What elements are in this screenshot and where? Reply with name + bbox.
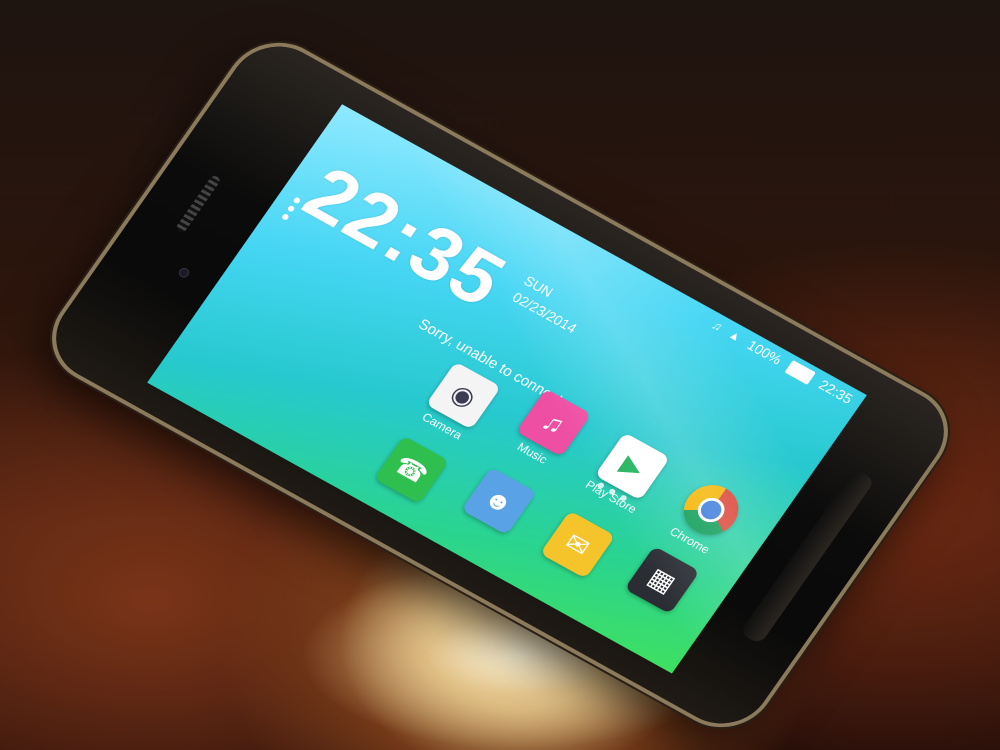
app-drawer[interactable]: ▦ [612, 540, 711, 623]
play-store-icon: ▶ [594, 432, 671, 501]
app-drawer-icon: ▦ [624, 546, 700, 615]
contacts-icon: ☻ [461, 466, 537, 536]
clock-day: SUN [520, 272, 557, 301]
app-label: Music [514, 439, 551, 467]
camera-icon: ◉ [425, 361, 502, 430]
page-dot [607, 487, 617, 496]
page-dot [596, 481, 606, 490]
app-label: Chrome [667, 524, 713, 557]
app-label: Play Store [582, 477, 640, 517]
clock-date-block: SUN 02/23/2014 [508, 271, 592, 338]
battery-icon [784, 359, 817, 385]
app-music[interactable]: ♫ Music [495, 383, 602, 478]
page-indicator [596, 481, 628, 503]
phone-icon: ☎ [373, 435, 450, 504]
battery-percent: 100% [744, 336, 785, 368]
app-camera[interactable]: ◉ Camera [405, 356, 512, 451]
app-chrome[interactable]: Chrome [653, 470, 760, 565]
clock-date: 02/23/2014 [509, 289, 580, 337]
signal-icon: ▲ [725, 327, 745, 345]
mute-icon: ♫ [709, 317, 726, 334]
music-icon: ♫ [515, 388, 592, 457]
app-label: Camera [419, 409, 465, 443]
app-phone[interactable]: ☎ [361, 430, 460, 513]
connection-notice: Sorry, unable to connect. [414, 315, 570, 411]
lockscreen-clock: 22:35 [288, 149, 523, 324]
phone-screen[interactable]: ♫ ▲ 100% 22:35 ● ● ● 22:35 SUN 02/23/2014 … [147, 104, 867, 674]
status-bar: ♫ ▲ 100% 22:35 [328, 104, 867, 415]
app-contacts[interactable]: ☻ [448, 461, 547, 544]
app-play-store[interactable]: ▶ Play Store [574, 427, 681, 522]
status-time: 22:35 [815, 376, 856, 407]
earpiece-speaker [174, 174, 222, 234]
front-camera [176, 266, 192, 280]
chrome-icon [673, 476, 749, 545]
menu-icon[interactable]: ● ● ● [278, 191, 306, 225]
app-messaging[interactable]: ✉ [527, 505, 626, 588]
photo-scene: ♫ ▲ 100% 22:35 ● ● ● 22:35 SUN 02/23/2014 … [0, 0, 1000, 750]
messaging-icon: ✉ [539, 510, 616, 579]
page-dot [619, 494, 628, 503]
